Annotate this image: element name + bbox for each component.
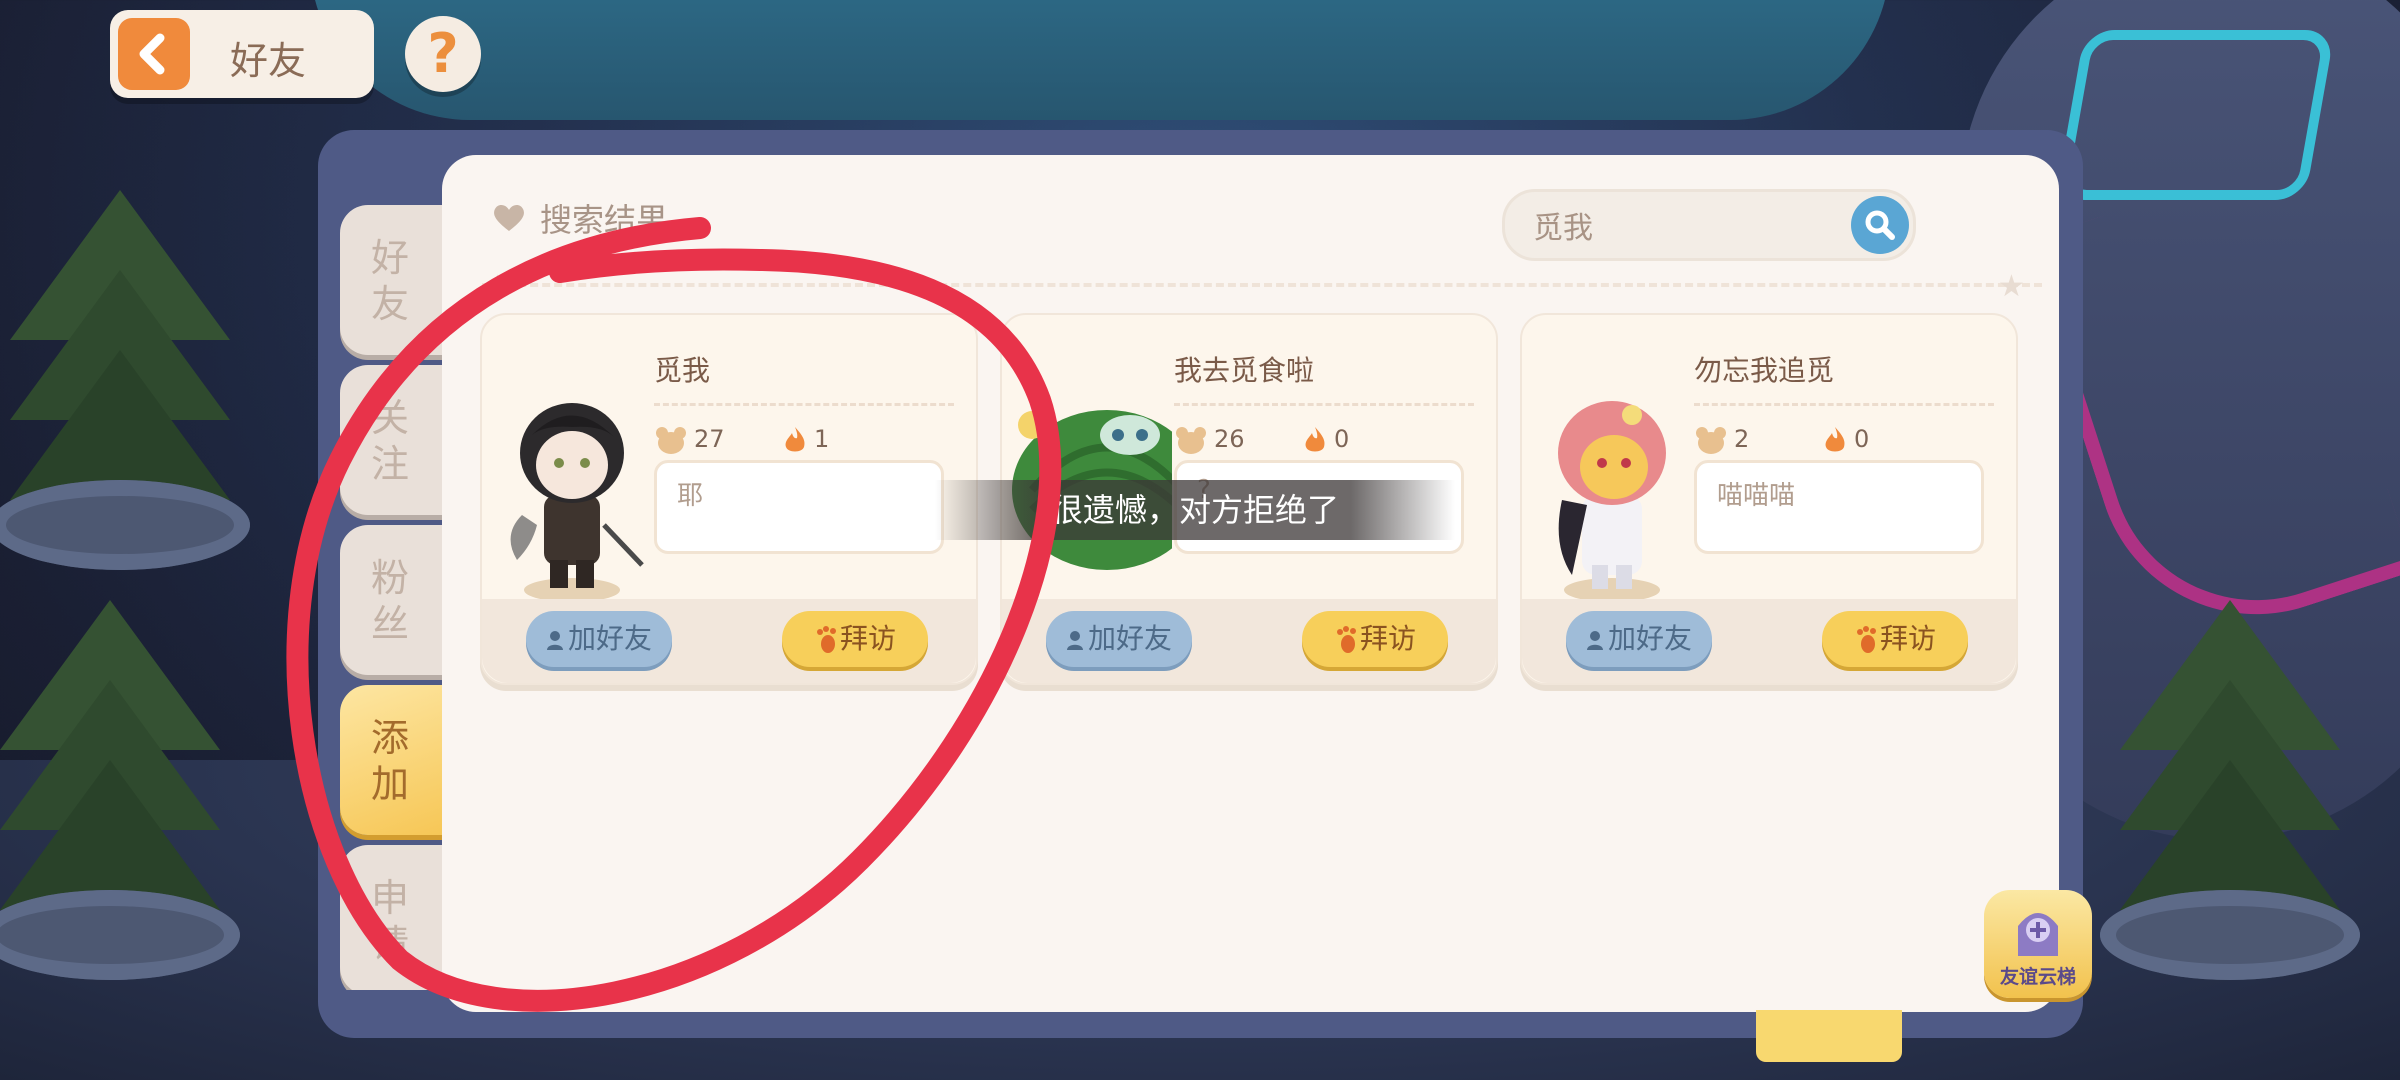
page-title: 好友 xyxy=(230,39,307,83)
visit-button[interactable]: 拜访 xyxy=(1302,611,1448,667)
bear-stat: 27 xyxy=(654,425,725,455)
signature-text: 喵喵喵 xyxy=(1717,481,1796,511)
search-input[interactable] xyxy=(1531,204,1835,246)
flame-icon xyxy=(785,427,805,452)
friendship-ladder-label: 友谊云梯 xyxy=(1999,966,2076,988)
visit-label: 拜访 xyxy=(839,622,896,655)
search-button[interactable] xyxy=(1851,196,1909,254)
avatar xyxy=(1558,401,1666,602)
player-name: 觅我 xyxy=(654,354,711,387)
signature-box: 喵喵喵 xyxy=(1694,460,1984,554)
tab-label: 申请 xyxy=(370,876,409,966)
flame-stat: 1 xyxy=(782,425,829,455)
flame-icon xyxy=(1305,427,1325,452)
visit-label: 拜访 xyxy=(1359,622,1416,655)
bottom-ribbon xyxy=(1756,1010,1902,1062)
add-friend-button[interactable]: 加好友 xyxy=(1566,611,1712,667)
divider xyxy=(654,403,954,406)
result-card: 觅我 27 1 耶 加好友 拜访 xyxy=(480,313,978,685)
avatar xyxy=(510,403,644,602)
flame-stat: 0 xyxy=(1822,425,1869,455)
bear-icon xyxy=(656,427,686,454)
player-name: 勿忘我追觅 xyxy=(1694,354,1835,387)
back-arrow-icon xyxy=(118,18,190,90)
result-card: 勿忘我追觅 2 0 喵喵喵 加好友 拜访 xyxy=(1520,313,2018,685)
tab-fans[interactable]: 粉丝 xyxy=(340,525,448,675)
bear-stat: 2 xyxy=(1694,425,1749,455)
add-friend-button[interactable]: 加好友 xyxy=(526,611,672,667)
add-friend-label: 加好友 xyxy=(567,622,652,655)
background-neon-blue xyxy=(2055,30,2335,200)
search-results-title: 搜索结果 xyxy=(540,201,669,239)
content-area: 搜索结果 ★ ★ 觅我 27 xyxy=(442,155,2059,1012)
tab-friends[interactable]: 好友 xyxy=(340,205,448,355)
bear-icon xyxy=(1696,427,1726,454)
friendship-ladder-button[interactable]: 友谊云梯 xyxy=(1984,890,2092,998)
divider xyxy=(482,283,2042,287)
tab-requests[interactable]: 申请 xyxy=(340,845,448,990)
star-icon: ★ xyxy=(484,269,511,304)
footprint-icon xyxy=(1856,626,1876,653)
footprint-icon xyxy=(1336,626,1356,653)
search-icon xyxy=(1865,210,1895,240)
tab-label: 粉丝 xyxy=(370,556,409,646)
add-friend-label: 加好友 xyxy=(1607,622,1692,655)
visit-button[interactable]: 拜访 xyxy=(782,611,928,667)
tab-label: 添加 xyxy=(370,716,409,806)
flame-stat: 0 xyxy=(1302,425,1349,455)
player-name: 我去觅食啦 xyxy=(1174,354,1315,387)
tab-add[interactable]: 添加 xyxy=(340,685,448,835)
tab-label: 好友 xyxy=(370,236,409,326)
tab-label: 关注 xyxy=(370,396,409,486)
person-icon xyxy=(1586,631,1603,650)
toast-message: 很遗憾，对方拒绝了 xyxy=(935,480,1455,540)
add-friend-button[interactable]: 加好友 xyxy=(1046,611,1192,667)
side-tabs: 好友 关注 粉丝 添加 申请 xyxy=(338,200,448,990)
signature-text: 耶 xyxy=(677,481,704,511)
divider xyxy=(1694,403,1994,406)
divider xyxy=(1174,403,1474,406)
signature-box: 耶 xyxy=(654,460,944,554)
back-button[interactable]: 好友 xyxy=(110,10,374,98)
star-icon: ★ xyxy=(1998,269,2025,304)
flame-icon xyxy=(1825,427,1845,452)
visit-label: 拜访 xyxy=(1879,622,1936,655)
ladder-icon xyxy=(2018,913,2058,956)
help-button[interactable]: ? xyxy=(405,16,481,92)
background-dome xyxy=(310,0,1890,120)
bear-icon xyxy=(1176,427,1206,454)
person-icon xyxy=(1066,631,1083,650)
footprint-icon xyxy=(816,626,836,653)
person-icon xyxy=(546,631,563,650)
bear-stat: 26 xyxy=(1174,425,1245,455)
search-box xyxy=(1502,189,1916,261)
tab-follow[interactable]: 关注 xyxy=(340,365,448,515)
add-friend-label: 加好友 xyxy=(1087,622,1172,655)
visit-button[interactable]: 拜访 xyxy=(1822,611,1968,667)
